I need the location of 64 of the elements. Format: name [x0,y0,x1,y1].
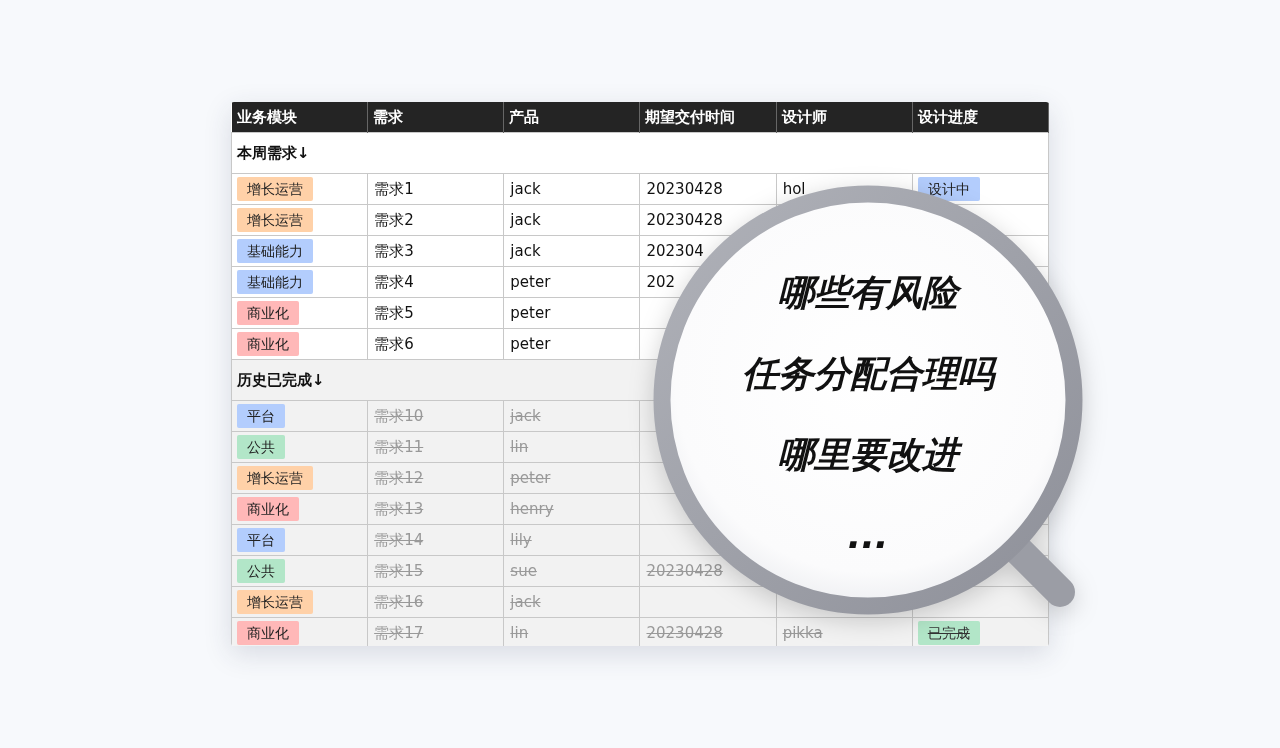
table-cell: 需求2 [373,210,414,230]
module-tag: 增长运营 [237,466,313,490]
column-header: 期望交付时间 [639,102,777,133]
module-tag: 商业化 [237,621,299,645]
table-cell: 需求17 [373,623,424,643]
table-cell: 202304 [645,242,704,260]
table-cell: lin [509,438,529,456]
table-cell: 需求15 [373,561,424,581]
table-cell: 20230428 [645,624,723,642]
table-cell: peter [509,273,551,291]
section-title: 本周需求↓ [237,143,310,162]
table-cell: pikka [781,624,823,642]
table-cell: hol [781,180,806,198]
module-tag: 公共 [237,435,285,459]
table-cell: 需求3 [373,241,414,261]
table-cell: 需求10 [373,406,424,426]
column-header: 产品 [503,102,640,133]
table-cell: 需求6 [373,334,414,354]
module-tag: 平台 [237,528,285,552]
table-cell: jack [509,242,541,260]
table-cell: jack [509,407,541,425]
table-cell: 需求13 [373,499,424,519]
module-tag: 商业化 [237,332,299,356]
table-cell: henry [509,500,554,518]
status-tag: 设计中 [917,177,980,201]
table-cell: 需求11 [373,437,424,457]
module-tag: 基础能力 [237,239,313,263]
table-cell: peter [509,304,551,322]
table-cell: 需求5 [373,303,414,323]
table-cell: 需求1 [373,179,414,199]
section-title: 历史已完成↓ [237,370,325,389]
table-cell: 需求16 [373,592,424,612]
module-tag: 基础能力 [237,270,313,294]
table-cell: 需求14 [373,530,424,550]
table-cell: peter [509,335,551,353]
table-cell: jack [509,180,541,198]
column-header: 设计进度 [912,102,1049,133]
module-tag: 增长运营 [237,590,313,614]
module-tag: 增长运营 [237,208,313,232]
table-cell: 20230428 [645,180,723,198]
module-tag: 平台 [237,404,285,428]
column-header: 需求 [367,102,504,133]
question-text: 任务分配合理吗 [734,351,1002,396]
module-tag: 增长运营 [237,177,313,201]
column-header: 设计师 [776,102,913,133]
table-cell: lin [509,624,529,642]
table-cell: sue [509,562,537,580]
status-tag: 已完成 [917,621,980,645]
table-cell: 20230428 [645,211,723,229]
table-cell: 需求12 [373,468,424,488]
module-tag: 公共 [237,559,285,583]
table-cell: jack [509,593,541,611]
table-cell: 202 [645,273,676,291]
table-cell: lily [509,531,532,549]
question-text: 哪些有风险 [770,270,966,315]
table-cell: 需求4 [373,272,414,292]
module-tag: 商业化 [237,497,299,521]
table-cell: jack [509,211,541,229]
question-text: ... [846,514,890,558]
question-text: 哪里要改进 [770,432,966,477]
column-header: 业务模块 [231,102,368,133]
table-cell: 20230428 [645,562,723,580]
table-cell: peter [509,469,551,487]
module-tag: 商业化 [237,301,299,325]
